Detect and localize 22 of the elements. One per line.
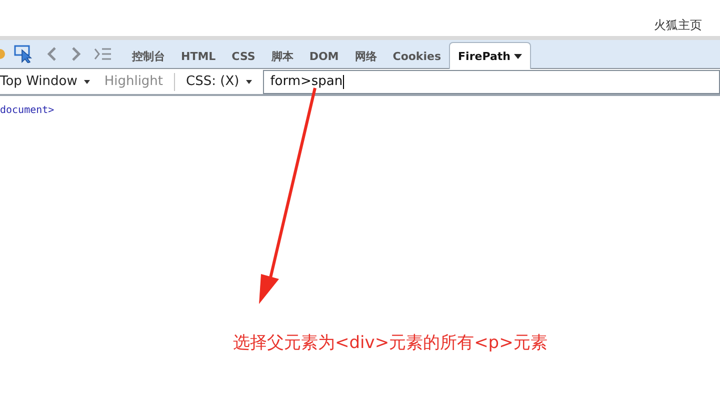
frame-dropdown[interactable]: Top Window	[0, 74, 98, 89]
annotation-text: 选择父元素为<div>元素的所有<p>元素	[233, 333, 548, 353]
panel-tab[interactable]: FirePath	[449, 42, 532, 69]
panel-tab[interactable]: Cookies	[384, 44, 450, 68]
query-field[interactable]: form>span	[263, 70, 720, 94]
caret-icon	[84, 80, 90, 84]
caret-icon	[514, 54, 522, 58]
caret-icon	[246, 80, 252, 84]
mode-dropdown[interactable]: CSS: (X)	[179, 74, 260, 89]
inspect-cursor-icon[interactable]	[14, 45, 34, 63]
tree-node[interactable]: document>	[0, 105, 54, 116]
home-link[interactable]: 火狐主页	[654, 17, 702, 36]
highlight-button[interactable]: Highlight	[97, 74, 170, 89]
back-icon[interactable]	[46, 46, 58, 62]
panel-tab[interactable]: DOM	[301, 44, 347, 68]
panel-tab[interactable]: 控制台	[124, 44, 173, 68]
forward-icon[interactable]	[70, 46, 82, 62]
panel-tab[interactable]: CSS	[224, 44, 264, 68]
panel-tab[interactable]: 脚本	[263, 44, 302, 68]
panel-tab[interactable]: 网络	[346, 44, 385, 68]
panel-tab[interactable]: HTML	[173, 44, 224, 68]
command-line-icon[interactable]	[94, 47, 112, 61]
